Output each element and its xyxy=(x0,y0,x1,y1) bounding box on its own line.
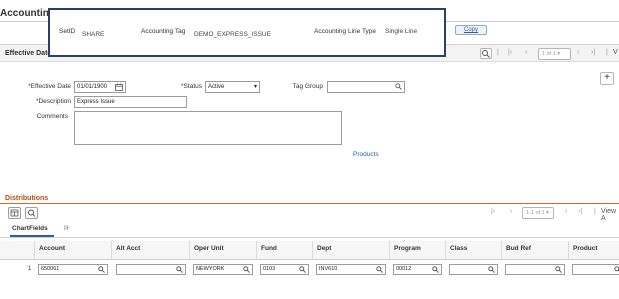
search-icon[interactable] xyxy=(299,266,306,273)
effective-date-title: Effective Date xyxy=(5,50,52,57)
accounting-tag-label: Accounting Tag xyxy=(141,28,186,35)
last-page-icon[interactable]: ›| xyxy=(591,49,595,56)
tag-group-input[interactable] xyxy=(327,81,405,93)
alt-acct-input[interactable] xyxy=(116,264,186,275)
col-header-class: Class xyxy=(446,241,502,260)
accounting-tag-value: DEMO_EXPRESS_ISSUE xyxy=(194,31,271,38)
tab-chartfields[interactable]: ChartFields xyxy=(12,225,48,232)
find-icon[interactable] xyxy=(480,48,492,59)
search-icon[interactable] xyxy=(243,266,250,273)
search-icon[interactable] xyxy=(488,266,495,273)
fund-input[interactable]: 0103 xyxy=(260,264,309,275)
tab-divider xyxy=(0,237,619,238)
oper-unit-value: NEWYORK xyxy=(196,266,225,272)
chevron-down-icon: ▾ xyxy=(253,84,257,90)
col-header-program: Program xyxy=(390,241,446,260)
page-select-label: 1 of 1 xyxy=(542,51,556,57)
status-value: Active xyxy=(208,84,225,90)
dept-value: INV610 xyxy=(319,266,338,272)
program-input[interactable]: 00012 xyxy=(393,264,442,275)
col-header-alt-acct: Alt Acct xyxy=(112,241,190,260)
calendar-icon[interactable] xyxy=(115,83,123,91)
bud-ref-input[interactable] xyxy=(505,264,565,275)
description-input[interactable]: Express Issue xyxy=(74,96,187,108)
dist-first-page-icon[interactable]: |‹ xyxy=(491,208,495,215)
effective-date-input[interactable]: 01/01/1900 xyxy=(74,81,126,93)
dist-view-all-link[interactable]: View A xyxy=(601,208,619,222)
product-input[interactable] xyxy=(572,264,619,275)
tag-group-label: Tag Group xyxy=(292,83,323,90)
col-header-fund: Fund xyxy=(257,241,313,260)
comments-label: Comments xyxy=(36,113,68,120)
col-header-dept: Dept xyxy=(313,241,390,260)
effective-date-value: 01/01/1900 xyxy=(77,84,108,90)
class-input[interactable] xyxy=(449,264,498,275)
dist-prev-page-icon[interactable]: ‹ xyxy=(510,208,512,215)
effective-date-label: *Effective Date xyxy=(28,83,71,90)
search-icon[interactable] xyxy=(376,266,383,273)
distributions-divider xyxy=(0,203,619,204)
line-type-label: Accounting Line Type xyxy=(314,28,377,35)
description-label: *Description xyxy=(35,98,71,105)
program-value: 00012 xyxy=(396,266,412,272)
col-header-account: Account xyxy=(35,241,112,260)
products-link[interactable]: Products xyxy=(353,151,379,158)
setid-label: SetID xyxy=(59,28,76,35)
dist-page-select-label: 1-1 of 1 xyxy=(526,210,545,216)
account-value: 650061 xyxy=(41,266,60,272)
comments-textarea[interactable] xyxy=(74,111,342,145)
dist-last-page-icon[interactable]: ›| xyxy=(578,208,582,215)
search-icon[interactable] xyxy=(98,266,105,273)
search-icon[interactable] xyxy=(614,266,619,273)
dist-page-select[interactable]: 1-1 of 1 ▾ xyxy=(522,207,554,219)
divider-icon: | xyxy=(497,49,499,56)
search-icon[interactable] xyxy=(555,266,562,273)
oper-unit-input[interactable]: NEWYORK xyxy=(193,264,253,275)
find-grid-icon[interactable] xyxy=(25,207,38,219)
col-header-product: Product xyxy=(569,241,619,260)
row-num-header xyxy=(0,241,35,260)
copy-button[interactable]: Copy xyxy=(455,25,487,35)
account-input[interactable]: 650061 xyxy=(38,264,108,275)
highlight-box: SetID SHARE Accounting Tag DEMO_EXPRESS_… xyxy=(48,8,446,57)
divider-icon-2: | xyxy=(606,49,608,56)
dist-next-page-icon[interactable]: › xyxy=(565,208,567,215)
search-icon[interactable] xyxy=(432,266,439,273)
dept-input[interactable]: INV610 xyxy=(316,264,386,275)
add-row-button[interactable]: + xyxy=(600,72,614,85)
status-label: *Status xyxy=(181,83,202,90)
fund-value: 0103 xyxy=(263,266,276,272)
line-type-value: Single Line xyxy=(385,28,418,35)
page-select[interactable]: 1 of 1 ▾ xyxy=(538,48,571,60)
row-number: 1 xyxy=(28,266,32,272)
personalize-grid-icon[interactable] xyxy=(8,207,21,219)
show-all-columns-icon[interactable]: ⊪ xyxy=(64,224,70,232)
first-page-icon[interactable]: |‹ xyxy=(508,49,512,56)
setid-value: SHARE xyxy=(82,31,105,38)
prev-page-icon[interactable]: ‹ xyxy=(525,49,527,56)
status-select[interactable]: Active ▾ xyxy=(205,81,260,93)
dist-divider-icon: | xyxy=(594,208,596,215)
view-all-link[interactable]: V xyxy=(613,49,618,56)
col-header-oper-unit: Oper Unit xyxy=(190,241,257,260)
next-page-icon[interactable]: › xyxy=(577,49,579,56)
col-header-bud-ref: Bud Ref xyxy=(502,241,569,260)
search-icon[interactable] xyxy=(395,83,402,90)
search-icon[interactable] xyxy=(176,266,183,273)
distributions-title: Distributions xyxy=(5,195,49,202)
